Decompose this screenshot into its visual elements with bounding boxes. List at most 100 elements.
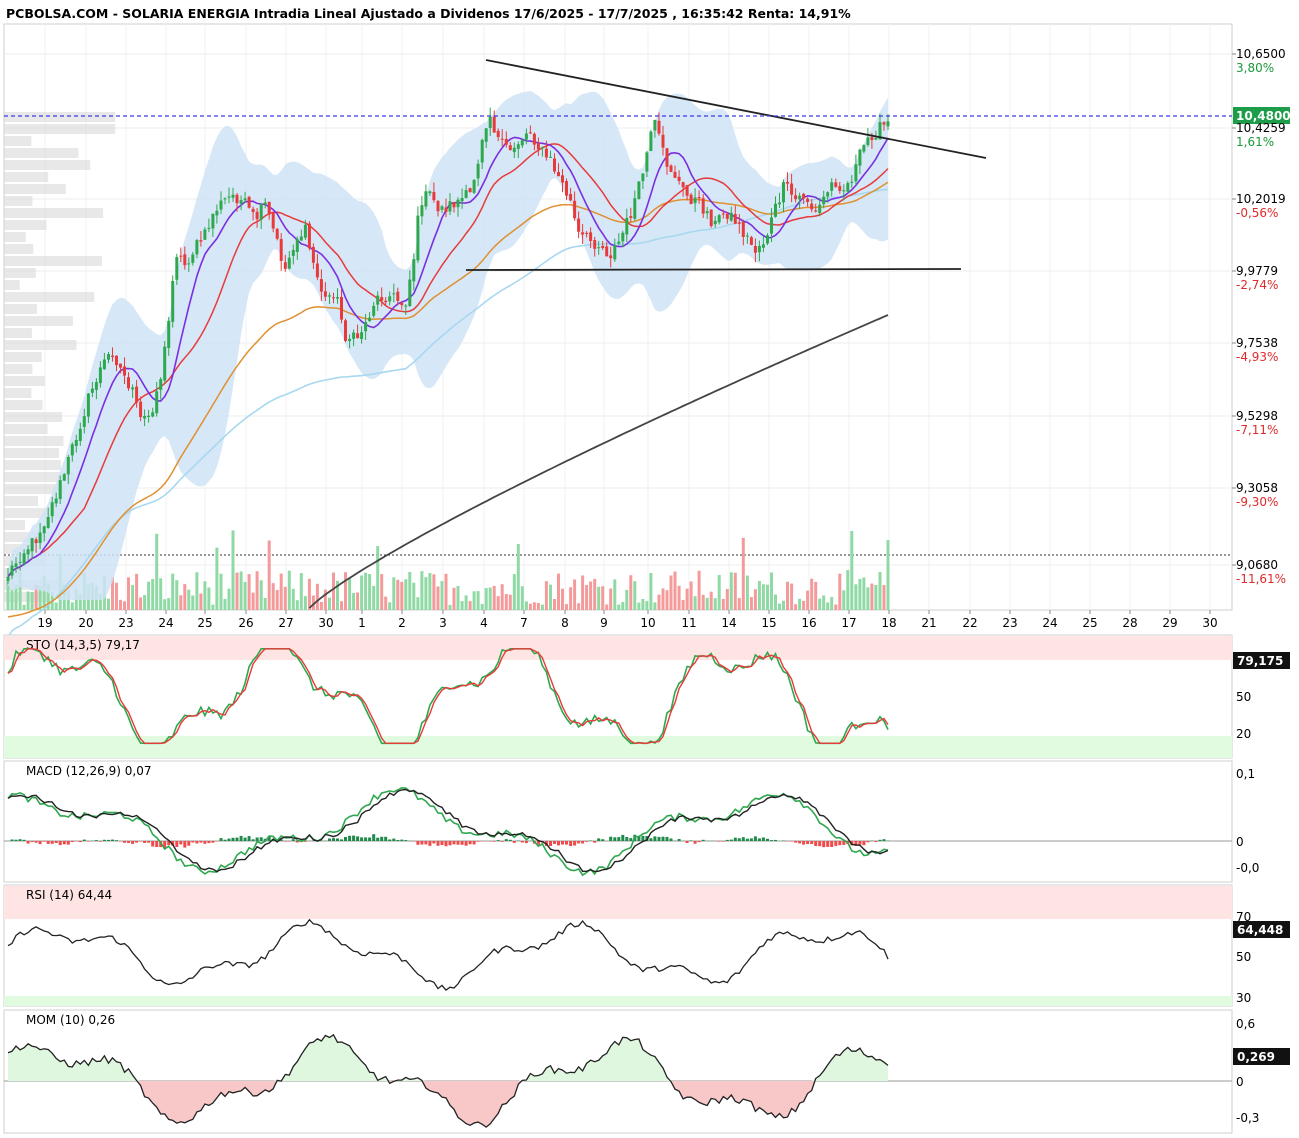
volume-bar — [786, 581, 789, 610]
candle-body — [432, 192, 436, 201]
volume-profile-bar — [4, 172, 49, 182]
volume-profile-bar — [4, 160, 91, 170]
volume-bar — [553, 599, 556, 610]
candle-body — [223, 198, 227, 200]
mom-last-value: 0,269 — [1237, 1050, 1275, 1064]
volume-bar — [235, 572, 239, 610]
candle-body — [476, 163, 480, 179]
sto-last-value: 79,175 — [1237, 654, 1283, 668]
candle-body — [139, 401, 143, 418]
macd-histogram-bar — [790, 841, 794, 842]
macd-histogram-bar — [770, 840, 773, 841]
volume-bar — [705, 597, 709, 610]
rsi-panel: RSI (14) 64,4470503064,448 — [3, 884, 1290, 1007]
macd-histogram-bar — [94, 840, 98, 841]
volume-profile-bar — [4, 124, 116, 134]
volume-bar — [492, 585, 496, 610]
macd-histogram-bar — [569, 841, 573, 846]
macd-histogram-bar — [400, 839, 404, 841]
price-tick-pct: -9,30% — [1236, 495, 1278, 509]
macd-histogram-bar — [111, 839, 114, 841]
macd-histogram-bar — [822, 841, 826, 848]
volume-bar — [183, 584, 187, 610]
macd-histogram-bar — [810, 841, 814, 844]
candle-body — [263, 202, 267, 205]
volume-bar — [886, 540, 890, 610]
candle-body — [520, 140, 524, 146]
volume-bar — [565, 604, 568, 610]
macd-histogram-bar — [352, 835, 356, 841]
volume-profile-bar — [4, 412, 63, 422]
candle-body — [275, 228, 279, 239]
volume-bar — [223, 598, 227, 610]
candle-body — [774, 203, 777, 217]
macd-histogram-bar — [235, 837, 239, 841]
date-tick-label: 14 — [721, 616, 736, 630]
rsi-oversold-zone — [4, 996, 1232, 1006]
volume-bar — [681, 599, 685, 610]
volume-bar — [259, 580, 263, 610]
macd-histogram-bar — [464, 841, 468, 846]
volume-bar — [107, 598, 110, 610]
volume-profile-bar — [4, 280, 20, 290]
macd-histogram-bar — [219, 838, 223, 841]
volume-bar — [709, 591, 713, 610]
candle-body — [745, 235, 749, 237]
macd-histogram-bar — [661, 836, 665, 841]
volume-bar — [171, 573, 175, 610]
candle-body — [404, 305, 408, 307]
macd-histogram-bar — [376, 837, 380, 841]
candle-body — [818, 204, 822, 213]
candle-body — [496, 130, 500, 137]
date-tick-label: 30 — [1202, 616, 1217, 630]
volume-bar — [207, 587, 211, 610]
candle-body — [488, 116, 492, 128]
candle-body — [251, 208, 255, 212]
candle-body — [179, 255, 183, 257]
volume-bar — [392, 577, 396, 610]
macd-histogram-bar — [392, 838, 396, 841]
volume-bar — [697, 570, 701, 610]
macd-histogram-bar — [500, 841, 504, 842]
macd-histogram-bar — [432, 841, 436, 844]
volume-bar — [139, 597, 143, 610]
macd-histogram-bar — [127, 841, 130, 843]
macd-histogram-bar — [492, 841, 496, 842]
candle-body — [753, 246, 757, 253]
candle-body — [231, 194, 235, 198]
price-panel: 10,4800 10,65003,80%10,42591,61%10,2019-… — [3, 23, 1291, 638]
candle-body — [641, 173, 645, 182]
candle-body — [247, 196, 251, 208]
macd-histogram-bar — [239, 835, 243, 841]
volume-bar — [396, 579, 400, 610]
macd-panel: MACD (12,26,9) 0,07 0,1 0 -0,0 — [3, 760, 1259, 883]
volume-profile-bar — [4, 112, 116, 122]
date-tick-label: 16 — [801, 616, 816, 630]
candle-body — [392, 293, 396, 295]
volume-bar — [460, 601, 464, 610]
macd-histogram-bar — [30, 841, 34, 842]
candle-body — [291, 250, 295, 256]
macd-histogram-bar — [102, 839, 106, 841]
candle-body — [826, 192, 830, 197]
candle-body — [356, 333, 360, 339]
rsi-last-value: 64,448 — [1237, 923, 1283, 937]
macd-histogram-bar — [18, 839, 22, 841]
candle-body — [669, 165, 673, 172]
volume-profile-bar — [4, 268, 36, 278]
candle-body — [468, 188, 472, 193]
volume-bar — [854, 584, 858, 610]
candle-body — [657, 120, 661, 134]
volume-bar — [472, 591, 476, 610]
volume-bar — [862, 577, 866, 610]
macd-histogram-bar — [155, 841, 159, 847]
price-tick-pct: -11,61% — [1236, 572, 1286, 586]
candle-body — [30, 538, 34, 552]
volume-bar — [30, 592, 34, 610]
volume-bar — [283, 586, 287, 610]
macd-histogram-bar — [139, 841, 143, 842]
volume-profile-bar — [4, 148, 79, 158]
price-tick-label: 9,7538 — [1236, 336, 1278, 350]
volume-bar — [440, 581, 444, 610]
date-tick-label: 4 — [480, 616, 488, 630]
